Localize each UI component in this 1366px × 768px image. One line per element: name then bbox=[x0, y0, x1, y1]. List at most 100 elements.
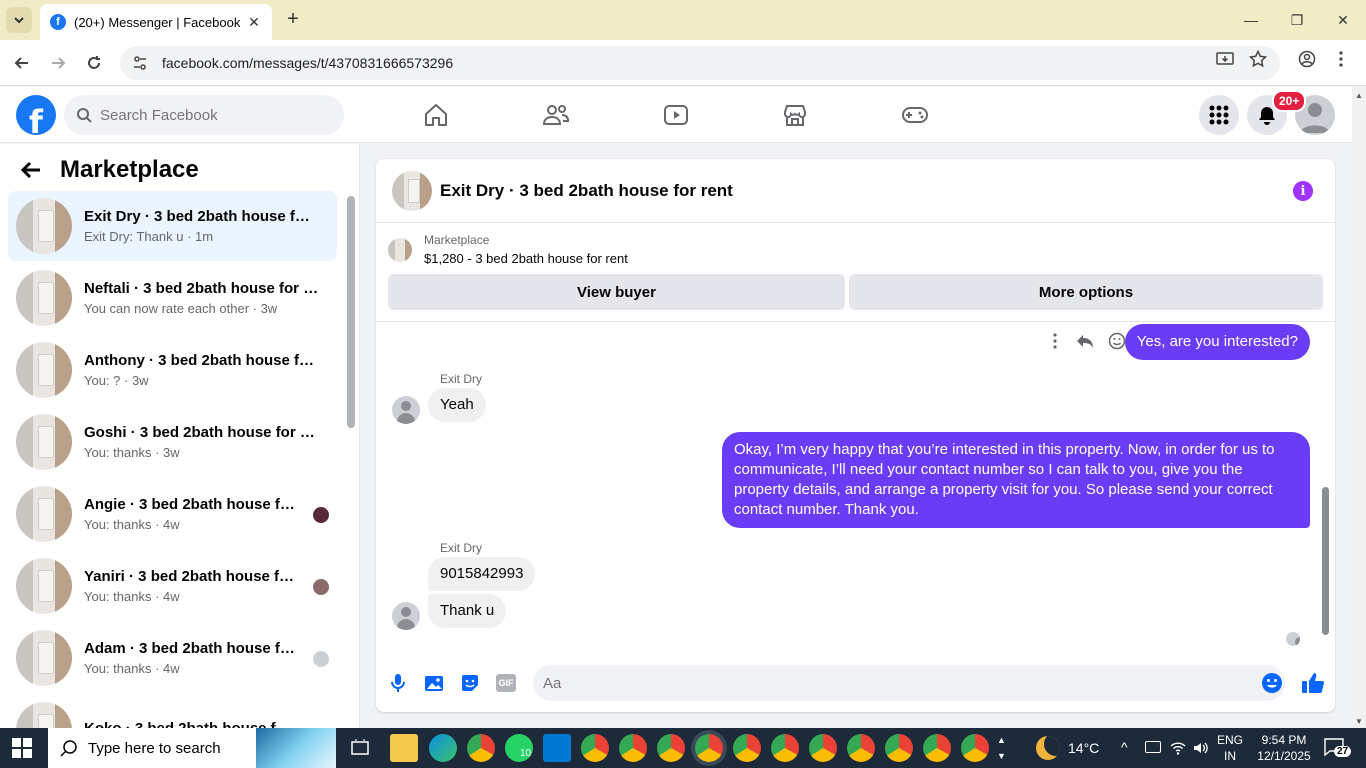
chrome-profile-icon[interactable] bbox=[581, 734, 609, 762]
file-explorer-icon[interactable] bbox=[390, 734, 418, 762]
task-view-icon[interactable] bbox=[350, 738, 370, 758]
more-vertical-icon[interactable] bbox=[1048, 332, 1062, 350]
listing-category: Marketplace bbox=[424, 233, 490, 247]
conversation-item[interactable]: Goshi · 3 bed 2bath house for rent You: t… bbox=[8, 407, 337, 477]
more-options-button[interactable]: More options bbox=[849, 274, 1323, 310]
home-nav-button[interactable] bbox=[416, 95, 456, 135]
forward-button[interactable] bbox=[45, 50, 71, 76]
conversation-item[interactable]: Koko · 3 bed 2bath house for rent bbox=[8, 695, 337, 728]
weather-moon-icon[interactable] bbox=[1036, 736, 1060, 760]
menu-button[interactable] bbox=[1199, 95, 1239, 135]
gif-button[interactable]: GIF bbox=[494, 671, 518, 695]
chrome-profile-icon[interactable] bbox=[847, 734, 875, 762]
reply-icon[interactable] bbox=[1076, 332, 1094, 350]
browser-tab[interactable]: f (20+) Messenger | Facebook ✕ bbox=[40, 4, 272, 40]
back-button[interactable] bbox=[9, 50, 35, 76]
view-buyer-button[interactable]: View buyer bbox=[388, 274, 845, 310]
marketplace-nav-button[interactable] bbox=[775, 95, 815, 135]
wifi-icon[interactable] bbox=[1170, 740, 1186, 756]
conversation-item[interactable]: Neftali · 3 bed 2bath house for rent You … bbox=[8, 263, 337, 333]
sender-avatar[interactable] bbox=[392, 396, 420, 424]
maximize-button[interactable]: ❐ bbox=[1274, 0, 1320, 40]
system-clock[interactable]: 9:54 PM 12/1/2025 bbox=[1252, 732, 1316, 764]
listing-thumbnail bbox=[16, 198, 72, 254]
gaming-nav-button[interactable] bbox=[895, 95, 935, 135]
facebook-search-box[interactable] bbox=[64, 95, 344, 135]
chrome-profile-icon[interactable] bbox=[619, 734, 647, 762]
marketplace-header: Marketplace bbox=[20, 156, 199, 184]
voice-clip-button[interactable] bbox=[386, 671, 410, 695]
listing-summary[interactable]: Marketplace $1,280 - 3 bed 2bath house f… bbox=[388, 233, 628, 266]
battery-icon[interactable] bbox=[1145, 741, 1161, 753]
conversation-list-scrollbar[interactable] bbox=[347, 196, 355, 428]
bookmark-star-icon[interactable] bbox=[1247, 48, 1269, 70]
page-scrollbar[interactable]: ▲ ▼ bbox=[1352, 87, 1366, 728]
reload-button[interactable] bbox=[81, 50, 107, 76]
reload-icon bbox=[88, 56, 100, 69]
smiley-icon[interactable] bbox=[1108, 332, 1126, 350]
install-app-icon[interactable] bbox=[1214, 48, 1236, 70]
taskbar-overflow-arrows[interactable]: ▲ ▼ bbox=[997, 732, 1011, 764]
emoji-button[interactable] bbox=[1260, 671, 1284, 695]
chat-title[interactable]: Exit Dry · 3 bed 2bath house for rent bbox=[440, 181, 733, 201]
listing-thumbnail bbox=[16, 342, 72, 398]
profile-icon[interactable] bbox=[1296, 48, 1318, 70]
chat-listing-thumbnail[interactable] bbox=[392, 170, 432, 211]
chrome-profile-icon[interactable] bbox=[771, 734, 799, 762]
chevron-down-icon bbox=[14, 17, 24, 24]
volume-icon[interactable] bbox=[1192, 740, 1208, 756]
attach-photo-button[interactable] bbox=[422, 671, 446, 695]
incoming-message[interactable]: Yeah bbox=[428, 388, 486, 422]
back-arrow-icon[interactable] bbox=[20, 160, 42, 180]
video-icon bbox=[664, 105, 688, 125]
site-settings-icon[interactable] bbox=[132, 55, 148, 71]
weather-temperature[interactable]: 14°C bbox=[1068, 740, 1099, 756]
conversation-name: Koko · 3 bed 2bath house for rent bbox=[84, 719, 299, 729]
conversation-item[interactable]: Yaniri · 3 bed 2bath house for rent You: … bbox=[8, 551, 337, 621]
friends-nav-button[interactable] bbox=[536, 95, 576, 135]
message-input[interactable] bbox=[533, 665, 1285, 701]
outgoing-message[interactable]: Okay, I’m very happy that you’re interes… bbox=[722, 432, 1310, 528]
chrome-profile-icon[interactable] bbox=[885, 734, 913, 762]
conversation-item[interactable]: Anthony · 3 bed 2bath house for rent You:… bbox=[8, 335, 337, 405]
chrome-profile-icon[interactable] bbox=[961, 734, 989, 762]
chrome-profile-icon[interactable] bbox=[923, 734, 951, 762]
conversation-preview: You: thanks · 4w bbox=[84, 589, 180, 604]
taskbar-search-box[interactable]: Type here to search bbox=[48, 728, 336, 768]
facebook-logo-icon[interactable]: f bbox=[16, 95, 56, 135]
windows-start-icon[interactable] bbox=[12, 738, 32, 758]
chat-scrollbar[interactable] bbox=[1322, 487, 1329, 635]
address-bar[interactable]: facebook.com/messages/t/4370831666573296 bbox=[120, 46, 1280, 80]
incoming-message[interactable]: 9015842993 bbox=[428, 557, 536, 591]
like-button[interactable] bbox=[1301, 671, 1325, 695]
incoming-message[interactable]: Thank u bbox=[428, 594, 507, 628]
conversation-item[interactable]: Exit Dry · 3 bed 2bath house for rent Exi… bbox=[8, 191, 337, 261]
chrome-profile-icon[interactable] bbox=[809, 734, 837, 762]
sticker-button[interactable] bbox=[458, 671, 482, 695]
video-nav-button[interactable] bbox=[656, 95, 696, 135]
conversation-item[interactable]: Adam · 3 bed 2bath house for rent You: th… bbox=[8, 623, 337, 693]
tray-expand-icon[interactable]: ^ bbox=[1121, 739, 1128, 755]
tab-search-button[interactable] bbox=[6, 7, 32, 33]
vscode-icon[interactable] bbox=[543, 734, 571, 762]
conversation-item[interactable]: Angie · 3 bed 2bath house for rent You: t… bbox=[8, 479, 337, 549]
chrome-profile-icon[interactable] bbox=[657, 734, 685, 762]
chrome-icon[interactable] bbox=[467, 734, 495, 762]
tab-close-icon[interactable]: ✕ bbox=[246, 14, 262, 30]
window-close-button[interactable]: ✕ bbox=[1320, 0, 1366, 40]
chrome-profile-icon-active[interactable] bbox=[695, 734, 723, 762]
read-receipt-avatar bbox=[313, 579, 329, 595]
browser-menu-icon[interactable] bbox=[1330, 48, 1352, 70]
new-tab-button[interactable]: + bbox=[282, 8, 304, 30]
sender-avatar[interactable] bbox=[392, 602, 420, 630]
input-language[interactable]: ENG IN bbox=[1216, 732, 1244, 764]
listing-price: $1,280 - 3 bed 2bath house for rent bbox=[424, 251, 628, 266]
facebook-search-input[interactable] bbox=[100, 106, 320, 124]
outgoing-message[interactable]: Yes, are you interested? bbox=[1124, 324, 1310, 360]
edge-browser-icon[interactable] bbox=[429, 734, 457, 762]
info-icon[interactable]: i bbox=[1293, 181, 1313, 201]
scroll-up-icon[interactable]: ▲ bbox=[1355, 91, 1363, 100]
scroll-down-icon[interactable]: ▼ bbox=[1355, 717, 1363, 726]
minimize-button[interactable]: — bbox=[1228, 0, 1274, 40]
chrome-profile-icon[interactable] bbox=[733, 734, 761, 762]
